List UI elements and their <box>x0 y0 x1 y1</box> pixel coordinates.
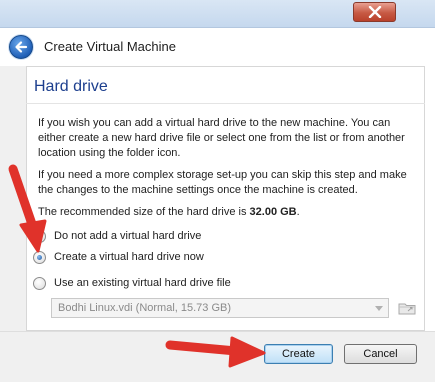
recommended-size: 32.00 GB <box>249 206 297 218</box>
option-label: Create a virtual hard drive now <box>54 251 204 263</box>
storage-paragraph: If you need a more complex storage set-u… <box>38 169 407 196</box>
close-button[interactable] <box>353 2 396 22</box>
recommended-prefix: The recommended size of the hard drive i… <box>38 206 250 218</box>
intro-paragraph: If you wish you can add a virtual hard d… <box>38 117 405 159</box>
close-icon <box>368 6 382 18</box>
create-button[interactable]: Create <box>264 344 333 364</box>
folder-icon <box>398 303 416 315</box>
radio-no-hard-drive[interactable] <box>33 229 46 243</box>
back-button[interactable] <box>9 35 33 59</box>
existing-file-select[interactable]: Bodhi Linux.vdi (Normal, 15.73 GB) <box>51 298 389 318</box>
back-arrow-icon <box>15 41 28 53</box>
chevron-down-icon <box>375 306 383 311</box>
cancel-button[interactable]: Cancel <box>344 344 417 364</box>
recommended-suffix: . <box>296 206 300 218</box>
option-no-hard-drive[interactable]: Do not add a virtual hard drive <box>33 228 201 244</box>
wizard-header: Create Virtual Machine <box>0 28 435 66</box>
option-existing-hard-drive[interactable]: Use an existing virtual hard drive file <box>33 275 231 291</box>
option-label: Use an existing virtual hard drive file <box>54 277 231 289</box>
recommended-size-text: The recommended size of the hard drive i… <box>38 205 418 220</box>
radio-existing-hard-drive[interactable] <box>33 276 46 290</box>
option-create-hard-drive[interactable]: Create a virtual hard drive now <box>33 249 204 265</box>
left-rail <box>0 66 26 346</box>
content-panel <box>26 66 425 331</box>
choose-file-button[interactable] <box>396 298 418 318</box>
radio-create-hard-drive[interactable] <box>33 250 46 264</box>
title-divider <box>26 103 425 104</box>
existing-file-value: Bodhi Linux.vdi (Normal, 15.73 GB) <box>58 302 232 314</box>
option-label: Do not add a virtual hard drive <box>54 230 202 242</box>
window-title: Create Virtual Machine <box>44 39 176 54</box>
section-title: Hard drive <box>34 78 108 95</box>
